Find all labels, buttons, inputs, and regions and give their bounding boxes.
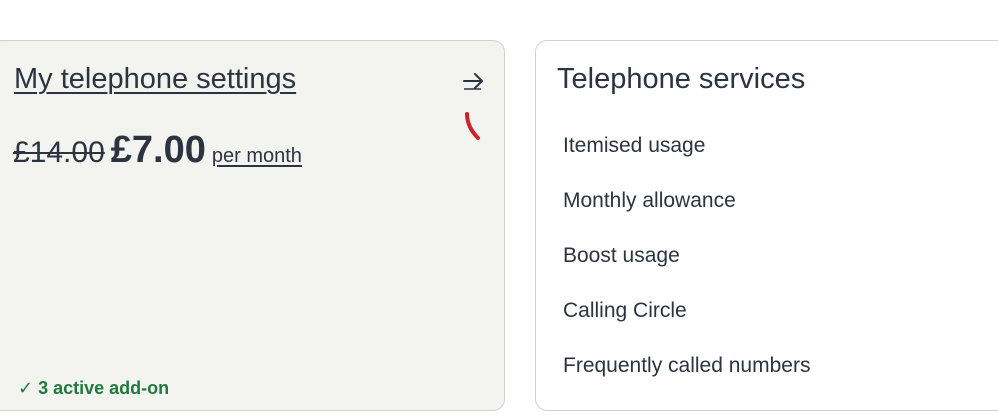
- settings-title-link[interactable]: My telephone settings: [14, 63, 296, 96]
- service-item-itemised-usage[interactable]: Itemised usage: [563, 129, 810, 184]
- service-item-frequently-called-numbers[interactable]: Frequently called numbers: [563, 349, 810, 404]
- checkmark-icon: ✓: [18, 378, 34, 398]
- services-title: Telephone services: [557, 63, 806, 95]
- page: My telephone settings £14.00 £7.00 per mon…: [0, 0, 998, 416]
- price-row: £14.00 £7.00 per month: [13, 129, 302, 172]
- service-item-monthly-allowance[interactable]: Monthly allowance: [563, 184, 810, 239]
- telephone-services-card: Telephone services Itemised usage Monthl…: [535, 40, 998, 411]
- service-item-calling-circle[interactable]: Calling Circle: [563, 294, 810, 349]
- per-month-link[interactable]: per month: [212, 145, 302, 167]
- new-price: £7.00: [110, 129, 206, 171]
- active-addons-status: ✓ 3 active add-on: [18, 378, 169, 399]
- telephone-settings-card[interactable]: My telephone settings £14.00 £7.00 per mon…: [0, 40, 505, 411]
- service-item-boost-usage[interactable]: Boost usage: [563, 239, 810, 294]
- arrow-right-icon[interactable]: [461, 69, 487, 93]
- old-price: £14.00: [13, 136, 105, 169]
- addons-label: 3 active add-on: [38, 378, 170, 398]
- services-list: Itemised usage Monthly allowance Boost u…: [563, 129, 810, 404]
- red-annotation-mark: [465, 112, 480, 140]
